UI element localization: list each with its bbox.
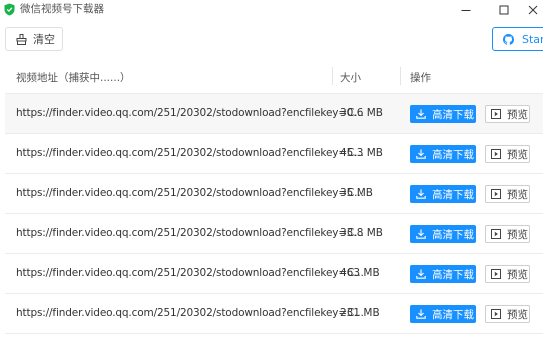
table-header: 视频地址（捕获中......） 大小 操作 xyxy=(5,58,543,94)
download-label: 高清下载 xyxy=(432,188,474,201)
video-size: 231 MB xyxy=(340,307,380,319)
preview-label: 预览 xyxy=(507,108,528,121)
preview-label: 预览 xyxy=(507,228,528,241)
play-icon xyxy=(491,189,501,199)
close-icon xyxy=(528,5,537,15)
video-size: 463 MB xyxy=(340,267,380,279)
play-icon xyxy=(491,229,501,239)
table-row: https://finder.video.qq.com/251/20302/st… xyxy=(5,94,543,134)
video-table: 视频地址（捕获中......） 大小 操作 https://finder.vid… xyxy=(5,58,543,334)
minimize-button[interactable] xyxy=(449,0,483,20)
table-row: https://finder.video.qq.com/251/20302/st… xyxy=(5,294,543,334)
video-size: 33.8 MB xyxy=(340,227,383,239)
header-divider xyxy=(332,67,333,85)
minimize-icon xyxy=(461,10,471,11)
preview-button[interactable]: 预览 xyxy=(485,305,530,323)
preview-label: 预览 xyxy=(507,308,528,321)
hd-download-button[interactable]: 高清下载 xyxy=(410,105,476,123)
header-size: 大小 xyxy=(340,72,361,84)
broom-icon xyxy=(16,33,27,45)
download-label: 高清下载 xyxy=(432,308,474,321)
close-button[interactable] xyxy=(522,0,543,20)
download-icon xyxy=(416,309,426,319)
clear-button[interactable]: 清空 xyxy=(5,27,63,51)
hd-download-button[interactable]: 高清下载 xyxy=(410,265,476,283)
header-divider xyxy=(400,67,401,85)
video-url: https://finder.video.qq.com/251/20302/st… xyxy=(16,267,364,279)
video-size: 45.3 MB xyxy=(340,147,383,159)
star-button-label: Star xyxy=(522,32,543,46)
shield-logo-icon xyxy=(4,3,15,16)
title-bar: 微信视频号下载器 xyxy=(0,0,543,20)
preview-label: 预览 xyxy=(507,268,528,281)
github-star-button[interactable]: Star xyxy=(492,27,543,51)
github-icon xyxy=(503,33,514,45)
video-url: https://finder.video.qq.com/251/20302/st… xyxy=(16,147,364,159)
download-label: 高清下载 xyxy=(432,108,474,121)
play-icon xyxy=(491,109,501,119)
preview-label: 预览 xyxy=(507,148,528,161)
download-icon xyxy=(416,189,426,199)
window-title: 微信视频号下载器 xyxy=(20,3,104,15)
preview-button[interactable]: 预览 xyxy=(485,105,530,123)
maximize-button[interactable] xyxy=(487,0,521,20)
download-label: 高清下载 xyxy=(432,228,474,241)
preview-button[interactable]: 预览 xyxy=(485,265,530,283)
table-row: https://finder.video.qq.com/251/20302/st… xyxy=(5,174,543,214)
video-url: https://finder.video.qq.com/251/20302/st… xyxy=(16,227,364,239)
table-row: https://finder.video.qq.com/251/20302/st… xyxy=(5,134,543,174)
header-action: 操作 xyxy=(410,72,431,84)
video-url: https://finder.video.qq.com/251/20302/st… xyxy=(16,307,364,319)
video-url: https://finder.video.qq.com/251/20302/st… xyxy=(16,187,364,199)
preview-label: 预览 xyxy=(507,188,528,201)
play-icon xyxy=(491,269,501,279)
video-size: 30.6 MB xyxy=(340,107,383,119)
preview-button[interactable]: 预览 xyxy=(485,185,530,203)
preview-button[interactable]: 预览 xyxy=(485,145,530,163)
download-icon xyxy=(416,149,426,159)
clear-button-label: 清空 xyxy=(33,33,55,46)
table-row: https://finder.video.qq.com/251/20302/st… xyxy=(5,254,543,294)
hd-download-button[interactable]: 高清下载 xyxy=(410,145,476,163)
download-icon xyxy=(416,109,426,119)
hd-download-button[interactable]: 高清下载 xyxy=(410,225,476,243)
download-label: 高清下载 xyxy=(432,148,474,161)
play-icon xyxy=(491,149,501,159)
preview-button[interactable]: 预览 xyxy=(485,225,530,243)
download-icon xyxy=(416,229,426,239)
download-icon xyxy=(416,269,426,279)
header-video-url: 视频地址（捕获中......） xyxy=(16,72,131,84)
hd-download-button[interactable]: 高清下载 xyxy=(410,305,476,323)
hd-download-button[interactable]: 高清下载 xyxy=(410,185,476,203)
play-icon xyxy=(491,309,501,319)
video-size: 35 MB xyxy=(340,187,373,199)
download-label: 高清下载 xyxy=(432,268,474,281)
table-row: https://finder.video.qq.com/251/20302/st… xyxy=(5,214,543,254)
maximize-icon xyxy=(499,5,509,15)
video-url: https://finder.video.qq.com/251/20302/st… xyxy=(16,107,364,119)
